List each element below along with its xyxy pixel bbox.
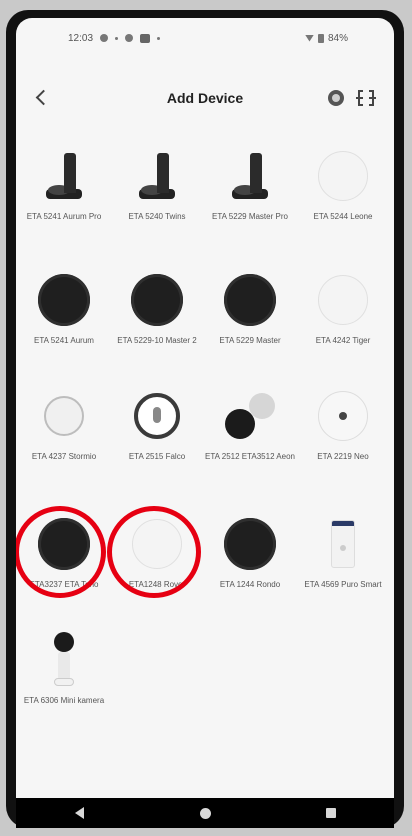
recents-square-icon <box>326 808 336 818</box>
white-robot-icon <box>313 146 373 206</box>
robot-base-station-icon <box>127 146 187 206</box>
black-robot-icon <box>34 270 94 330</box>
robot-base-station-icon <box>34 146 94 206</box>
device-tile[interactable]: ETA 5229 Master Pro <box>205 146 295 256</box>
system-nav-bar <box>16 798 394 828</box>
black-robot-icon <box>220 514 280 574</box>
device-label: ETA 5240 Twins <box>128 212 186 221</box>
nav-home-button[interactable] <box>185 798 225 828</box>
robot-base-station-icon <box>220 146 280 206</box>
robot-pair-icon <box>220 386 280 446</box>
device-label: ETA 5241 Aurum Pro <box>26 212 102 221</box>
nav-back-button[interactable] <box>59 798 99 828</box>
home-circle-icon <box>199 807 211 819</box>
air-purifier-icon <box>313 514 373 574</box>
device-label: ETA 4237 Stormio <box>31 452 97 461</box>
device-tile[interactable]: ETA 5241 Aurum <box>19 270 109 380</box>
device-tile[interactable]: ETA 4569 Puro Smart <box>298 514 388 624</box>
device-tile[interactable]: ETA 4242 Tiger <box>298 270 388 380</box>
device-label: ETA 2219 Neo <box>317 452 369 461</box>
device-label: ETA 5244 Leone <box>313 212 373 221</box>
device-label: ETA 5229-10 Master 2 <box>117 336 197 345</box>
device-label: ETA 1244 Rondo <box>219 580 281 589</box>
device-label: ETA 4569 Puro Smart <box>304 580 382 589</box>
device-tile[interactable]: ETA 1244 Rondo <box>205 514 295 624</box>
screen: 12:03 84% Add Device ETA 5241 Aurum Pro … <box>16 18 394 798</box>
highlight-circle <box>16 506 106 598</box>
device-label: ETA 2512 ETA3512 Aeon <box>205 452 295 461</box>
device-grid: ETA 5241 Aurum Pro ETA 5240 Twins ETA 52… <box>16 18 394 798</box>
device-tile[interactable]: ETA 5229-10 Master 2 <box>112 270 202 380</box>
falco-robot-icon <box>127 386 187 446</box>
device-label: ETA 2515 Falco <box>128 452 186 461</box>
highlight-circle <box>107 506 201 598</box>
black-robot-icon <box>127 270 187 330</box>
device-label: ETA 4242 Tiger <box>315 336 371 345</box>
device-tile[interactable]: ETA 4237 Stormio <box>19 386 109 496</box>
device-tile[interactable]: ETA 5244 Leone <box>298 146 388 256</box>
white-robot-icon <box>313 270 373 330</box>
device-label: ETA 5229 Master <box>219 336 281 345</box>
white-lidar-robot-icon <box>313 386 373 446</box>
device-label: ETA 6306 Mini kamera <box>23 696 105 705</box>
device-tile[interactable]: ETA 5229 Master <box>205 270 295 380</box>
device-tile[interactable]: ETA 5241 Aurum Pro <box>19 146 109 256</box>
device-label: ETA 5229 Master Pro <box>212 212 288 221</box>
device-label: ETA 5241 Aurum <box>34 336 94 345</box>
device-tile[interactable]: ETA 2512 ETA3512 Aeon <box>205 386 295 496</box>
stick-robot-icon <box>34 386 94 446</box>
device-tile[interactable]: ETA 2515 Falco <box>112 386 202 496</box>
device-tile[interactable]: ETA 2219 Neo <box>298 386 388 496</box>
device-tile[interactable]: ETA 6306 Mini kamera <box>19 630 109 740</box>
device-tile[interactable]: ETA 5240 Twins <box>112 146 202 256</box>
nav-recents-button[interactable] <box>311 798 351 828</box>
camera-icon <box>34 630 94 690</box>
back-triangle-icon <box>74 807 84 819</box>
black-robot-icon <box>220 270 280 330</box>
